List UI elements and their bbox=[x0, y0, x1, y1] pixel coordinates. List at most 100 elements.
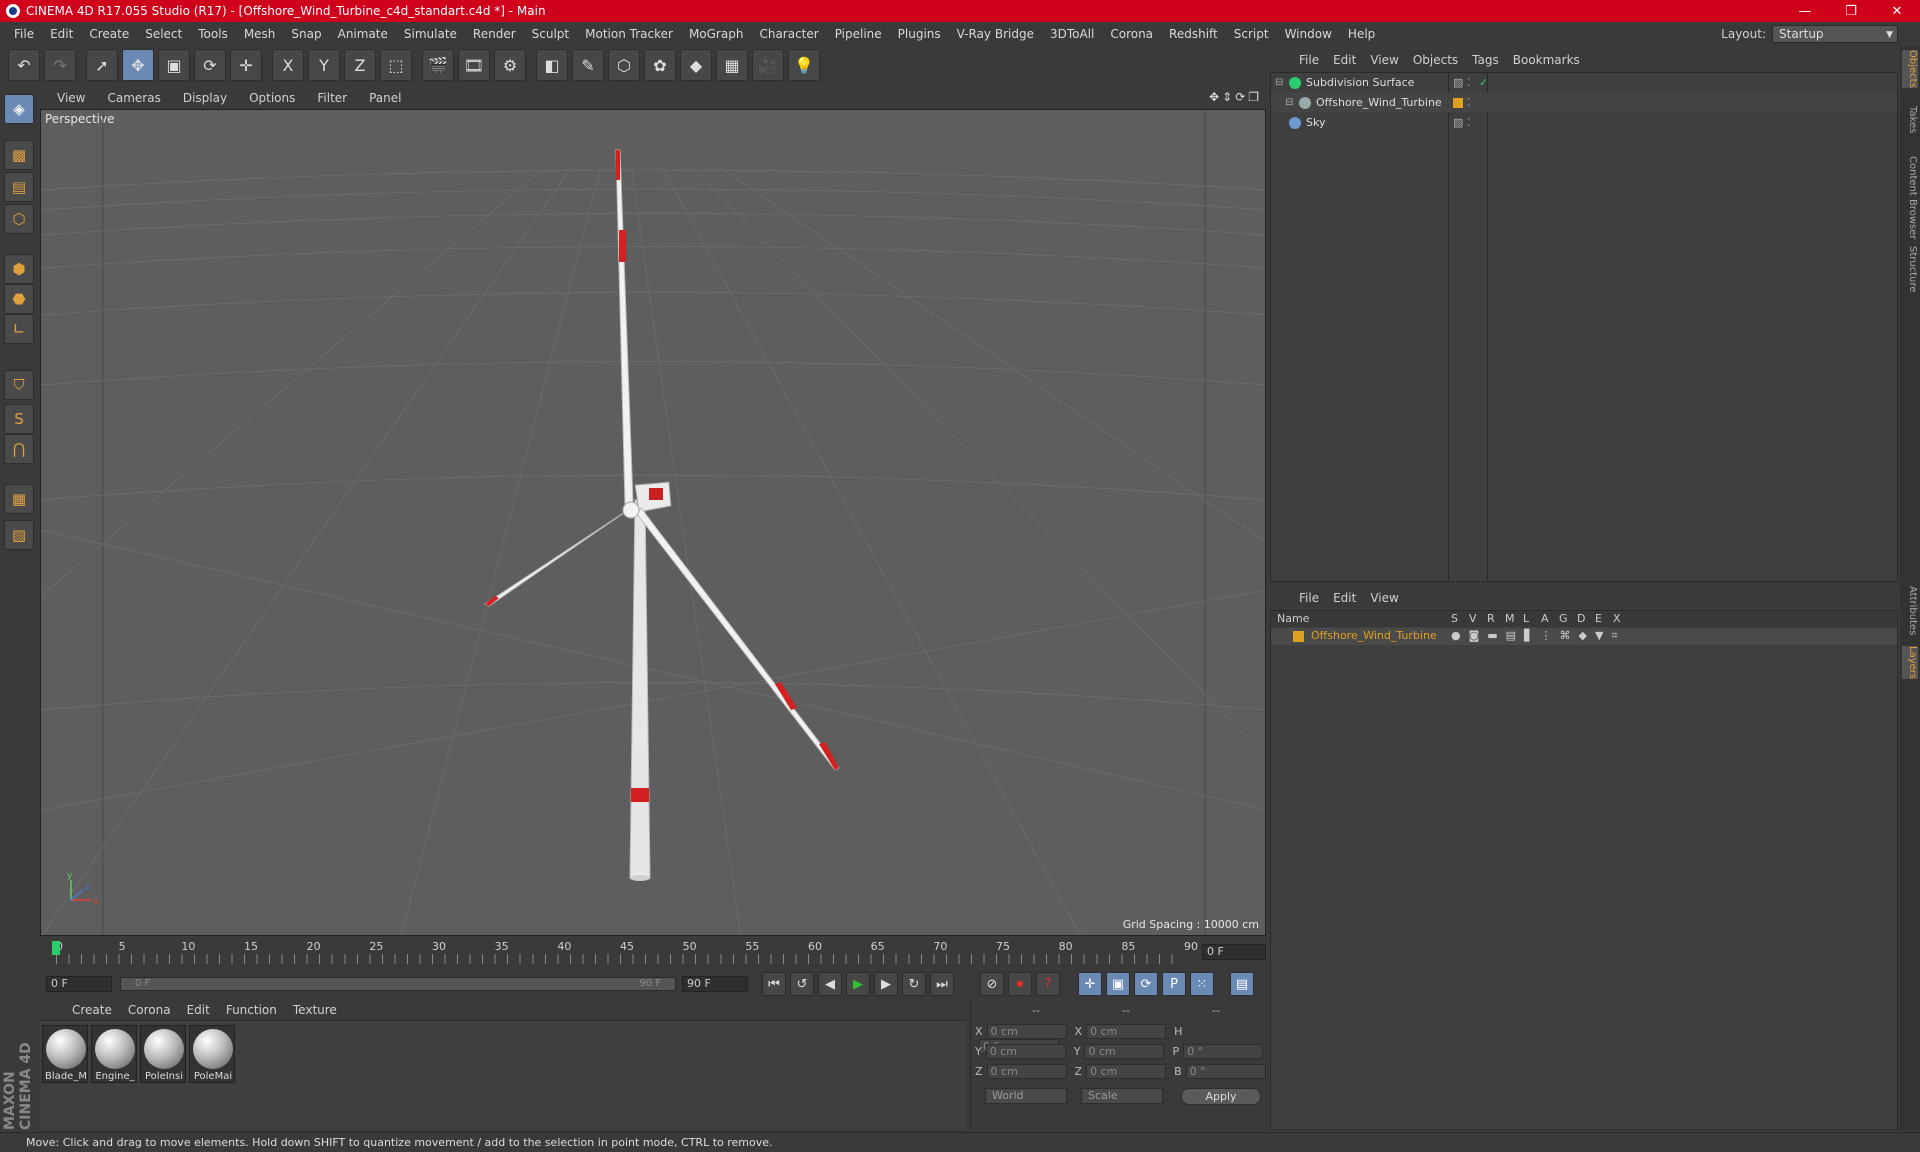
live-select-icon[interactable]: ✛ bbox=[230, 49, 262, 81]
planar-workplane-icon[interactable]: ▧ bbox=[4, 520, 34, 550]
objects-menu-file[interactable]: File bbox=[1292, 53, 1326, 67]
menu-snap[interactable]: Snap bbox=[283, 27, 329, 41]
next-key-button[interactable]: ↻ bbox=[902, 972, 926, 996]
coordinate-system-icon[interactable]: ⬚ bbox=[380, 49, 412, 81]
menu-create[interactable]: Create bbox=[81, 27, 137, 41]
axis-mode-icon[interactable]: ∟ bbox=[4, 314, 34, 344]
menu-render[interactable]: Render bbox=[465, 27, 524, 41]
layer-name[interactable]: Offshore_Wind_Turbine bbox=[1311, 629, 1437, 642]
menu-animate[interactable]: Animate bbox=[330, 27, 396, 41]
scale-icon[interactable]: ▣ bbox=[158, 49, 190, 81]
menu-simulate[interactable]: Simulate bbox=[396, 27, 465, 41]
render-picture-viewer-icon[interactable]: 🎞 bbox=[458, 49, 490, 81]
perspective-viewport[interactable]: Perspective y z x Grid Spacing: 10000 c… bbox=[40, 109, 1266, 936]
record-key-icon[interactable]: ⏺ bbox=[1008, 972, 1032, 996]
size-field[interactable]: 0 cm bbox=[1084, 1044, 1165, 1059]
workplane-icon[interactable]: ▤ bbox=[4, 172, 34, 202]
menu-character[interactable]: Character bbox=[751, 27, 826, 41]
subdivision-icon[interactable]: ⬡ bbox=[608, 49, 640, 81]
menu-plugins[interactable]: Plugins bbox=[890, 27, 949, 41]
material-menu-texture[interactable]: Texture bbox=[285, 1003, 345, 1017]
key-scale-icon[interactable]: ▣ bbox=[1106, 972, 1130, 996]
objects-menu-objects[interactable]: Objects bbox=[1406, 53, 1465, 67]
size-field[interactable]: 0 cm bbox=[1086, 1064, 1167, 1079]
menu-motion-tracker[interactable]: Motion Tracker bbox=[577, 27, 681, 41]
position-field[interactable]: 0 cm bbox=[986, 1064, 1067, 1079]
rotate-icon[interactable]: ⟳ bbox=[194, 49, 226, 81]
material-menu-create[interactable]: Create bbox=[64, 1003, 120, 1017]
objects-menu-bookmarks[interactable]: Bookmarks bbox=[1506, 53, 1587, 67]
material-swatch[interactable]: Engine_ bbox=[91, 1025, 137, 1083]
go-to-start-button[interactable]: ⏮ bbox=[762, 972, 786, 996]
maximize-button[interactable]: ❐ bbox=[1828, 0, 1874, 22]
key-position-icon[interactable]: ✛ bbox=[1078, 972, 1102, 996]
position-field[interactable]: 0 cm bbox=[985, 1044, 1066, 1059]
menu-sculpt[interactable]: Sculpt bbox=[524, 27, 577, 41]
menu-tools[interactable]: Tools bbox=[190, 27, 236, 41]
move-icon[interactable]: ✥ bbox=[122, 49, 154, 81]
menu-script[interactable]: Script bbox=[1226, 27, 1277, 41]
close-button[interactable]: ✕ bbox=[1874, 0, 1920, 22]
apply-button[interactable]: Apply bbox=[1181, 1088, 1261, 1105]
pen-icon[interactable]: ✎ bbox=[572, 49, 604, 81]
layers-menu-view[interactable]: View bbox=[1363, 591, 1405, 605]
menu-file[interactable]: File bbox=[6, 27, 42, 41]
viewport-menu-display[interactable]: Display bbox=[172, 91, 238, 105]
current-frame-field[interactable]: 0 F bbox=[1202, 944, 1266, 960]
menu-3dtoall[interactable]: 3DToAll bbox=[1042, 27, 1102, 41]
object-row[interactable]: ⊟Offshore_Wind_Turbine▧ ⁚ bbox=[1271, 93, 1897, 112]
play-button[interactable]: ▶ bbox=[846, 972, 870, 996]
material-menu-function[interactable]: Function bbox=[218, 1003, 285, 1017]
menu-pipeline[interactable]: Pipeline bbox=[827, 27, 890, 41]
viewport-menu-panel[interactable]: Panel bbox=[358, 91, 412, 105]
tweak-mode-icon[interactable]: ⛉ bbox=[4, 370, 34, 400]
next-frame-button[interactable]: ▶ bbox=[874, 972, 898, 996]
edges-mode-icon[interactable]: ⬢ bbox=[4, 254, 34, 284]
preview-range-slider[interactable]: 0 F 90 F bbox=[120, 977, 676, 991]
objects-menu-tags[interactable]: Tags bbox=[1465, 53, 1506, 67]
layers-menu-edit[interactable]: Edit bbox=[1326, 591, 1363, 605]
polygons-mode-icon[interactable]: ⬣ bbox=[4, 284, 34, 314]
objects-menu-view[interactable]: View bbox=[1363, 53, 1405, 67]
object-visibility-icon[interactable]: ▧ ⁚ bbox=[1453, 116, 1470, 129]
key-pla-icon[interactable]: ⁙ bbox=[1190, 972, 1214, 996]
menu-select[interactable]: Select bbox=[137, 27, 190, 41]
undo-icon[interactable]: ↶ bbox=[8, 49, 40, 81]
menu-redshift[interactable]: Redshift bbox=[1161, 27, 1226, 41]
model-mode-icon[interactable]: ◈ bbox=[4, 94, 34, 124]
layout-dropdown[interactable]: Startup bbox=[1772, 25, 1898, 43]
deformer-icon[interactable]: ◆ bbox=[680, 49, 712, 81]
previous-frame-button[interactable]: ◀ bbox=[818, 972, 842, 996]
material-swatch[interactable]: PoleInsi bbox=[140, 1025, 186, 1083]
menu-help[interactable]: Help bbox=[1340, 27, 1383, 41]
redo-icon[interactable]: ↷ bbox=[44, 49, 76, 81]
object-name[interactable]: Offshore_Wind_Turbine bbox=[1316, 96, 1442, 109]
material-menu-corona[interactable]: Corona bbox=[120, 1003, 179, 1017]
menu-v-ray-bridge[interactable]: V-Ray Bridge bbox=[949, 27, 1042, 41]
object-row[interactable]: ⊟ Subdivision Surface ▧ ⁚ ✓ bbox=[1271, 73, 1897, 92]
frame-ruler[interactable]: 051015202530354045505560657075808590 bbox=[50, 940, 1202, 970]
world-dropdown[interactable]: World bbox=[985, 1088, 1067, 1104]
motion-record-icon[interactable]: ⊘ bbox=[980, 972, 1004, 996]
expand-icon[interactable]: ⊟ bbox=[1285, 97, 1299, 108]
object-name[interactable]: Subdivision Surface bbox=[1306, 76, 1414, 89]
material-menu-edit[interactable]: Edit bbox=[179, 1003, 218, 1017]
tab-structure[interactable]: Structure bbox=[1902, 246, 1918, 293]
minimize-button[interactable]: — bbox=[1782, 0, 1828, 22]
object-row[interactable]: Sky ▧ ⁚ bbox=[1271, 113, 1897, 132]
edit-render-settings-icon[interactable]: ⚙ bbox=[494, 49, 526, 81]
solo-mode-icon[interactable]: S bbox=[4, 404, 34, 434]
scale-dropdown[interactable]: Scale bbox=[1081, 1088, 1163, 1104]
cube-icon[interactable]: ◧ bbox=[536, 49, 568, 81]
light-icon[interactable]: 💡 bbox=[788, 49, 820, 81]
autokey-icon[interactable]: ? bbox=[1036, 972, 1060, 996]
object-visibility-icon[interactable]: ▧ ⁚ bbox=[1453, 76, 1470, 89]
tab-takes[interactable]: Takes bbox=[1902, 106, 1918, 133]
key-parameter-icon[interactable]: P bbox=[1162, 972, 1186, 996]
go-to-end-button[interactable]: ⏭ bbox=[930, 972, 954, 996]
menu-window[interactable]: Window bbox=[1277, 27, 1340, 41]
tab-layers[interactable]: Layers bbox=[1902, 646, 1918, 680]
x-axis-icon[interactable]: X bbox=[272, 49, 304, 81]
layers-menu-file[interactable]: File bbox=[1292, 591, 1326, 605]
enabled-check-icon[interactable]: ✓ bbox=[1479, 76, 1488, 89]
